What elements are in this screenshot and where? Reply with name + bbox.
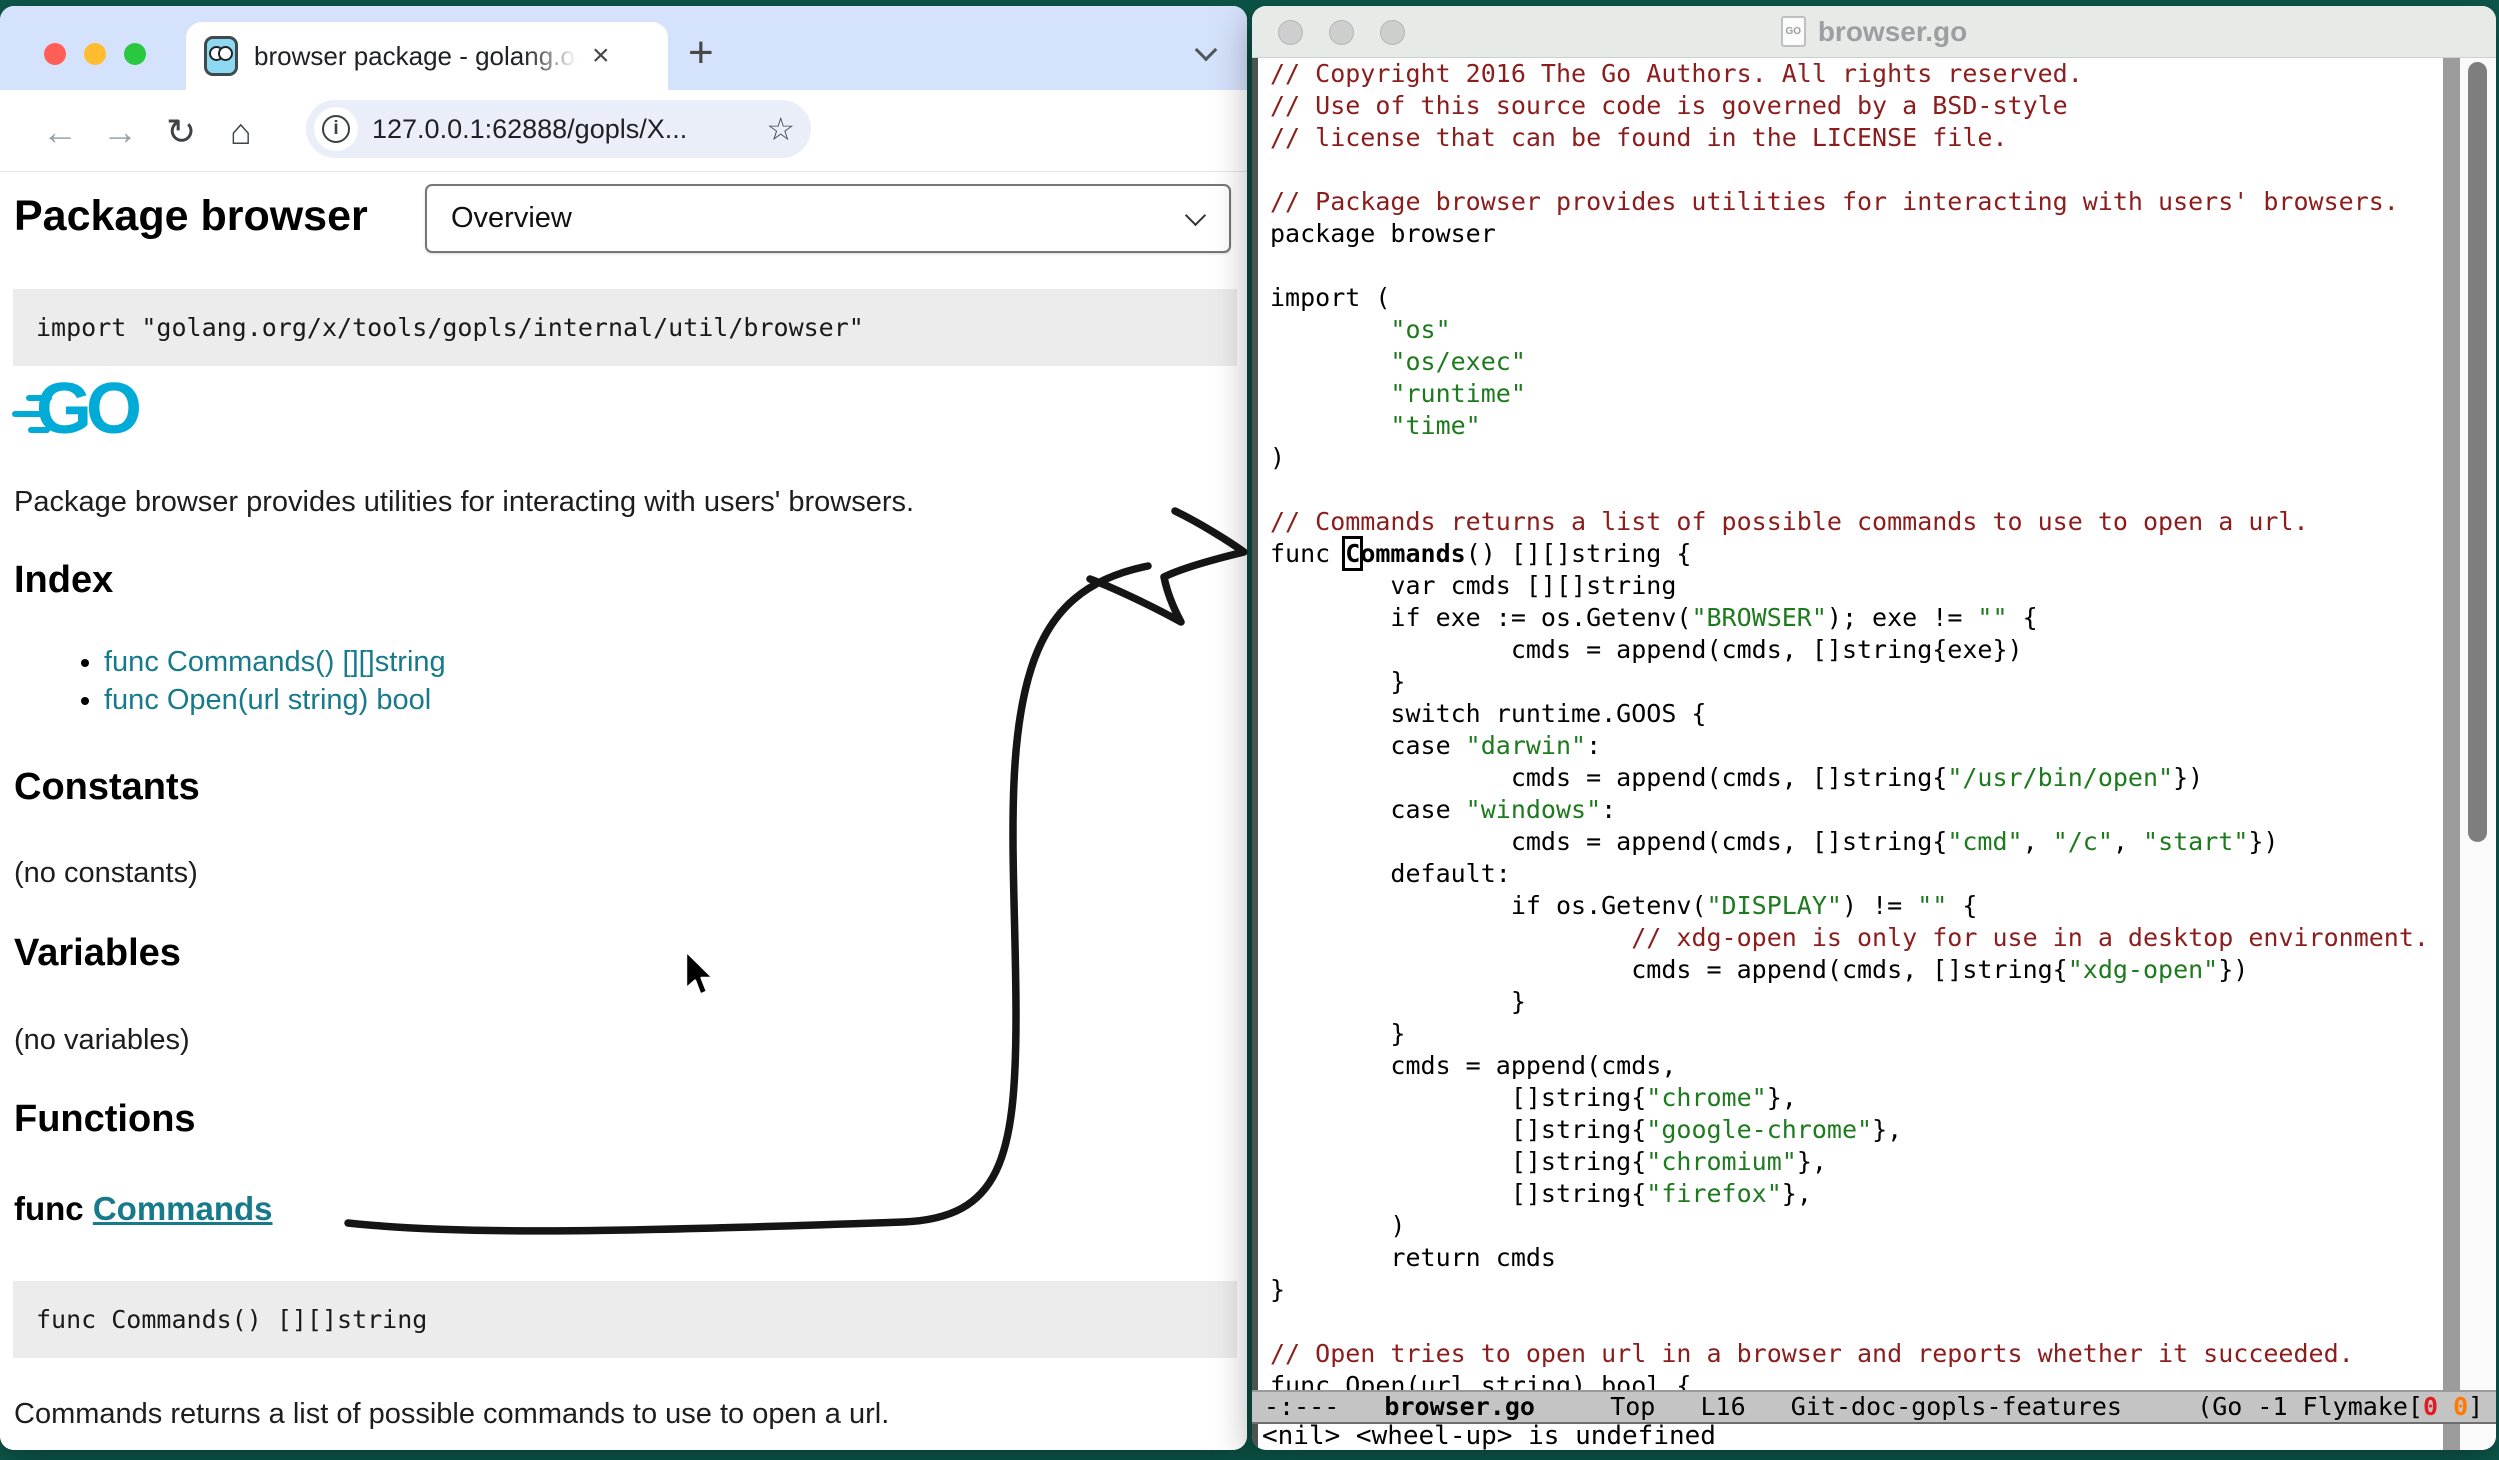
emacs-titlebar[interactable]: GO browser.go [1252,6,2496,58]
close-window-button[interactable] [44,43,66,65]
commands-description: Commands returns a list of possible comm… [14,1398,889,1431]
new-tab-button[interactable]: + [688,28,714,78]
flymake-warning-count: 0 [2453,1392,2468,1421]
minimize-window-button[interactable] [84,43,106,65]
browser-window: browser package - golang.org × + ← → ↻ ⌂… [0,6,1247,1450]
forward-icon[interactable]: → [102,114,138,150]
modeline-position-and-modes: Top L16 Git-doc-gopls-features (Go -1 Fl… [1535,1392,2423,1421]
emacs-scrollbar-thumb[interactable] [2468,62,2487,842]
commands-link[interactable]: Commands [93,1190,273,1227]
constants-heading: Constants [14,766,200,809]
variables-empty-text: (no variables) [14,1024,190,1057]
import-code-block: import "golang.org/x/tools/gopls/interna… [13,289,1237,366]
go-file-icon: GO [1781,16,1806,47]
emacs-window-controls[interactable] [1278,20,1405,45]
modeline-bracket: ] [2468,1392,2483,1421]
bookmark-star-icon[interactable]: ☆ [766,110,795,148]
tab-search-chevron-icon[interactable] [1195,39,1218,62]
window-controls [44,43,146,65]
emacs-window-title: browser.go [1818,16,1967,48]
home-icon[interactable]: ⌂ [230,114,252,150]
package-description: Package browser provides utilities for i… [14,486,914,519]
flymake-error-count: 0 [2423,1392,2438,1421]
constants-empty-text: (no constants) [14,857,198,890]
doc-page: Package browser Overview import "golang.… [0,173,1247,1450]
emacs-modeline[interactable]: -:--- browser.go Top L16 Git-doc-gopls-f… [1252,1390,2496,1424]
go-logo-text: GO [36,373,136,445]
info-icon: i [322,115,350,143]
nav-select[interactable]: Overview [425,184,1231,253]
browser-toolbar: ← → ↻ ⌂ i 127.0.0.1:62888/gopls/X... ☆ ↕… [0,90,1247,172]
chevron-down-icon [1185,205,1206,226]
browser-tab[interactable]: browser package - golang.org × [186,22,668,90]
back-icon[interactable]: ← [42,114,78,150]
emacs-code[interactable]: // Copyright 2016 The Go Authors. All ri… [1258,58,2466,1390]
page-title: Package browser [14,192,368,241]
tab-title: browser package - golang.org [254,41,584,72]
func-signature-block: func Commands() [][]string [13,1281,1237,1358]
emacs-buffer[interactable]: // Copyright 2016 The Go Authors. All ri… [1258,58,2466,1390]
inactive-minimize-button[interactable] [1329,20,1354,45]
functions-heading: Functions [14,1098,196,1141]
emacs-minibuffer-scrollbar-column [2443,1424,2460,1450]
address-bar[interactable]: i 127.0.0.1:62888/gopls/X... ☆ [306,100,811,158]
modeline-space [2438,1392,2453,1421]
site-info-button[interactable]: i [314,107,358,151]
list-item: func Open(url string) bool [104,681,446,719]
inactive-zoom-button[interactable] [1380,20,1405,45]
url-text[interactable]: 127.0.0.1:62888/gopls/X... [372,114,687,145]
emacs-left-border [1252,58,1258,1450]
modeline-status: -:--- [1264,1392,1384,1421]
desktop: browser package - golang.org × + ← → ↻ ⌂… [0,0,2499,1460]
index-heading: Index [14,559,113,602]
reload-icon[interactable]: ↻ [166,114,196,150]
tab-close-icon[interactable]: × [592,41,610,71]
func-keyword: func [14,1190,93,1227]
go-logo: GO [12,373,212,453]
zoom-window-button[interactable] [124,43,146,65]
gopher-favicon-icon [204,36,238,76]
modeline-filename: browser.go [1384,1392,1535,1421]
list-item: func Commands() [][]string [104,643,446,681]
nav-select-value: Overview [451,202,572,235]
tab-strip: browser package - golang.org × + [0,6,1247,90]
emacs-echo-area: <nil> <wheel-up> is undefined [1262,1422,1716,1450]
index-link-open[interactable]: func Open(url string) bool [104,684,431,716]
index-link-commands[interactable]: func Commands() [][]string [104,646,446,678]
inactive-close-button[interactable] [1278,20,1303,45]
index-list: func Commands() [][]string func Open(url… [14,643,446,719]
variables-heading: Variables [14,932,181,975]
func-commands-heading: func Commands [14,1190,273,1228]
emacs-window: GO browser.go // Copyright 2016 The Go A… [1252,6,2496,1450]
